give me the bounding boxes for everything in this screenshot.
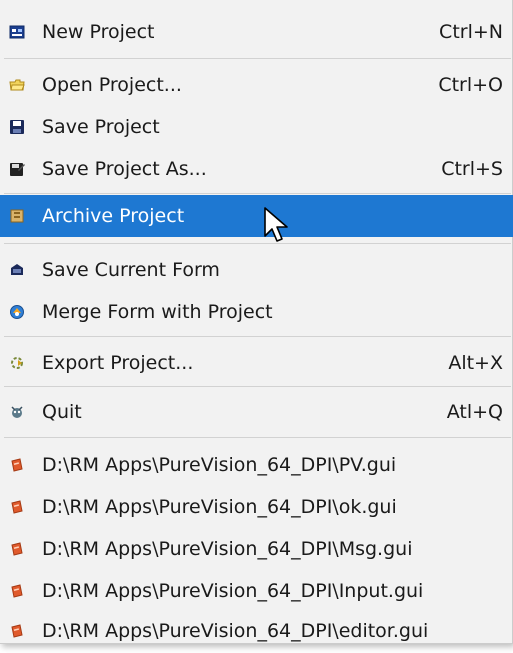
save-form-icon — [9, 262, 25, 278]
recent-file-path: D:\RM Apps\PureVision_64_DPI\Input.gui — [42, 580, 424, 602]
menu-item-quit[interactable]: Quit Atl+Q — [0, 389, 513, 435]
gui-file-icon — [9, 623, 25, 639]
menu-separator — [4, 336, 511, 337]
shortcut-label: Ctrl+S — [441, 158, 503, 180]
menu-item-export-project[interactable]: Export Project... Alt+X — [0, 341, 513, 385]
menu-item-label: Archive Project — [42, 205, 185, 227]
floppy-disk-icon — [9, 119, 25, 135]
shortcut-label: Alt+X — [448, 352, 503, 374]
recent-file-path: D:\RM Apps\PureVision_64_DPI\Msg.gui — [42, 538, 413, 560]
menu-item-label: Save Project As... — [42, 158, 207, 180]
menu-separator — [4, 437, 511, 438]
shortcut-label: Atl+Q — [446, 401, 503, 423]
mouse-cursor-icon — [264, 207, 288, 242]
menu-separator — [4, 58, 511, 59]
export-icon — [9, 355, 25, 371]
menu-item-new-project[interactable]: New Project Ctrl+N — [0, 8, 513, 56]
gui-file-icon — [9, 541, 25, 557]
quit-icon — [9, 404, 25, 420]
recent-file-item[interactable]: D:\RM Apps\PureVision_64_DPI\Msg.gui — [0, 527, 513, 571]
recent-file-item[interactable]: D:\RM Apps\PureVision_64_DPI\Input.gui — [0, 569, 513, 613]
recent-file-item[interactable]: D:\RM Apps\PureVision_64_DPI\editor.gui — [0, 609, 513, 653]
recent-file-path: D:\RM Apps\PureVision_64_DPI\editor.gui — [42, 620, 429, 642]
menu-item-label: Open Project... — [42, 74, 182, 96]
menu-separator — [4, 386, 511, 387]
menu-item-label: Save Current Form — [42, 259, 220, 281]
menu-item-label: New Project — [42, 21, 155, 43]
menu-item-merge-form[interactable]: Merge Form with Project — [0, 290, 513, 334]
menu-item-save-project[interactable]: Save Project — [0, 107, 513, 147]
open-folder-icon — [9, 77, 25, 93]
save-as-icon — [9, 161, 25, 177]
gui-file-icon — [9, 499, 25, 515]
recent-file-item[interactable]: D:\RM Apps\PureVision_64_DPI\ok.gui — [0, 485, 513, 529]
menu-separator — [4, 193, 511, 194]
recent-file-item[interactable]: D:\RM Apps\PureVision_64_DPI\PV.gui — [0, 443, 513, 487]
recent-file-path: D:\RM Apps\PureVision_64_DPI\PV.gui — [42, 454, 397, 476]
menu-item-label: Save Project — [42, 116, 160, 138]
file-menu: New Project Ctrl+N Open Project... Ctrl+… — [0, 0, 513, 644]
gui-file-icon — [9, 583, 25, 599]
shortcut-label: Ctrl+O — [438, 74, 503, 96]
menu-item-label: Merge Form with Project — [42, 301, 273, 323]
menu-item-label: Quit — [42, 401, 82, 423]
menu-item-archive-project[interactable]: Archive Project — [0, 195, 513, 237]
menu-item-save-project-as[interactable]: Save Project As... Ctrl+S — [0, 147, 513, 191]
menu-item-open-project[interactable]: Open Project... Ctrl+O — [0, 63, 513, 107]
recent-file-path: D:\RM Apps\PureVision_64_DPI\ok.gui — [42, 496, 397, 518]
menu-separator — [4, 243, 511, 244]
new-project-icon — [9, 24, 25, 40]
shortcut-label: Ctrl+N — [439, 21, 503, 43]
merge-icon — [9, 304, 25, 320]
archive-icon — [9, 208, 25, 224]
gui-file-icon — [9, 457, 25, 473]
menu-item-label: Export Project... — [42, 352, 194, 374]
menu-item-save-current-form[interactable]: Save Current Form — [0, 248, 513, 292]
